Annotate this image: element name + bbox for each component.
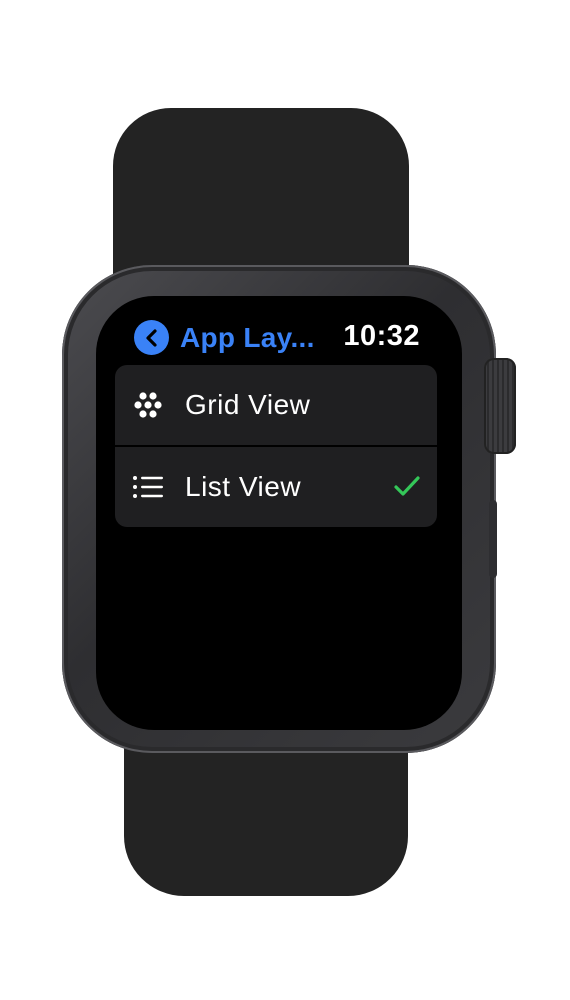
option-grid-view[interactable]: Grid View xyxy=(115,365,437,445)
back-button[interactable]: App Lay... xyxy=(134,320,315,355)
layout-options-list: Grid View List View xyxy=(115,365,437,527)
option-list-view[interactable]: List View xyxy=(115,445,437,527)
digital-crown[interactable] xyxy=(484,358,516,454)
side-button[interactable] xyxy=(489,500,497,578)
status-bar: App Lay... 10:32 xyxy=(96,314,462,360)
option-label: List View xyxy=(185,471,302,502)
chevron-left-icon xyxy=(134,320,169,355)
watch-screen: App Lay... 10:32 Grid View List View xyxy=(96,296,462,730)
clock: 10:32 xyxy=(343,320,420,352)
back-title: App Lay... xyxy=(180,321,315,353)
watch-device: App Lay... 10:32 Grid View List View xyxy=(0,0,570,1000)
list-icon xyxy=(131,470,165,504)
checkmark-icon xyxy=(394,476,420,496)
grid-dots-icon xyxy=(131,388,165,422)
option-label: Grid View xyxy=(185,389,311,420)
